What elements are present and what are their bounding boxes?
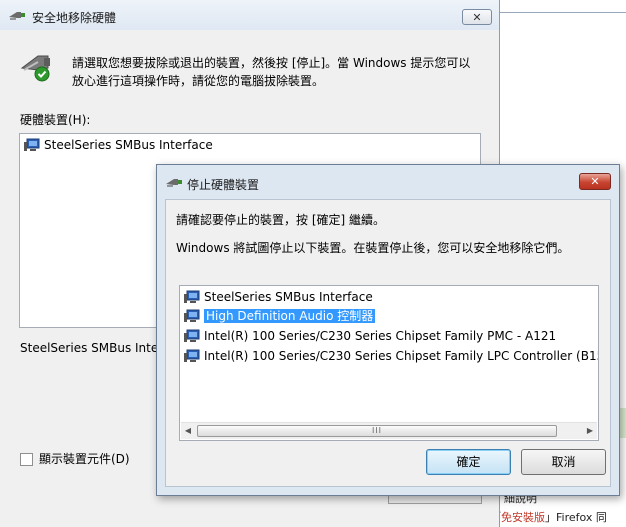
stop-hardware-dialog: 停止硬體裝置 ✕ 請確認要停止的裝置，按 [確定] 繼續。 Windows 將試… — [156, 164, 620, 496]
window-title: 安全地移除硬體 — [32, 11, 117, 25]
dialog-client-area: 請確認要停止的裝置，按 [確定] 繼續。 Windows 將試圖停止以下裝置。在… — [165, 199, 611, 487]
usb-eject-icon — [9, 12, 25, 20]
close-button[interactable]: ✕ — [462, 9, 492, 25]
list-item-selected[interactable]: High Definition Audio 控制器 — [184, 307, 376, 325]
bg-text2-suffix: 」Firefox 同 — [545, 511, 607, 524]
ok-button[interactable]: 確定 — [426, 449, 511, 475]
dialog-title: 停止硬體裝置 — [187, 178, 260, 192]
info-text: Windows 將試圖停止以下裝置。在裝置停止後，您可以安全地移除它們。 — [176, 241, 570, 255]
title-bar[interactable]: 安全地移除硬體 ✕ — [0, 0, 499, 30]
show-components-option[interactable]: 顯示裝置元件(D) — [20, 450, 130, 467]
list-item[interactable]: SteelSeries SMBus Interface — [184, 288, 373, 306]
computer-device-icon — [184, 290, 200, 303]
scroll-thumb[interactable]: III — [197, 425, 557, 437]
computer-device-icon — [24, 138, 40, 151]
show-components-label: 顯示裝置元件(D) — [39, 452, 130, 466]
confirm-text: 請確認要停止的裝置，按 [確定] 繼續。 — [176, 213, 385, 227]
stop-device-list[interactable]: SteelSeries SMBus Interface High Definit… — [179, 285, 599, 441]
scroll-right-icon[interactable]: ▶ — [585, 426, 595, 436]
usb-device-check-icon — [20, 55, 50, 82]
hardware-devices-label: 硬體裝置(H): — [20, 113, 91, 127]
device-name: Intel(R) 100 Series/C230 Series Chipset … — [204, 349, 599, 363]
dialog-title-bar[interactable]: 停止硬體裝置 ✕ — [157, 165, 619, 199]
show-components-checkbox[interactable] — [20, 453, 33, 466]
list-item[interactable]: SteelSeries SMBus Interface — [24, 136, 213, 154]
cancel-button[interactable]: 取消 — [521, 449, 606, 475]
device-name: Intel(R) 100 Series/C230 Series Chipset … — [204, 329, 557, 343]
instruction-text: 請選取您想要拔除或退出的裝置，然後按 [停止]。當 Windows 提示您可以放… — [72, 56, 471, 88]
device-name: SteelSeries SMBus Interface — [44, 138, 213, 152]
list-item[interactable]: Intel(R) 100 Series/C230 Series Chipset … — [184, 327, 556, 345]
background-divider — [500, 12, 626, 13]
device-name: High Definition Audio 控制器 — [204, 309, 376, 323]
horizontal-scrollbar[interactable]: ◀ III ▶ — [181, 422, 597, 439]
usb-eject-icon — [166, 179, 182, 187]
background-text-2: 「免安裝版」Firefox 同 — [490, 509, 607, 525]
computer-device-icon — [184, 349, 200, 362]
dialog-close-button[interactable]: ✕ — [579, 173, 611, 190]
scroll-left-icon[interactable]: ◀ — [183, 426, 193, 436]
computer-device-icon — [184, 309, 200, 322]
list-item[interactable]: Intel(R) 100 Series/C230 Series Chipset … — [184, 347, 599, 365]
bg-text2-link[interactable]: 免安裝版 — [501, 511, 545, 524]
selected-device-name: SteelSeries SMBus Interfa — [20, 341, 175, 355]
computer-device-icon — [184, 329, 200, 342]
device-name: SteelSeries SMBus Interface — [204, 290, 373, 304]
